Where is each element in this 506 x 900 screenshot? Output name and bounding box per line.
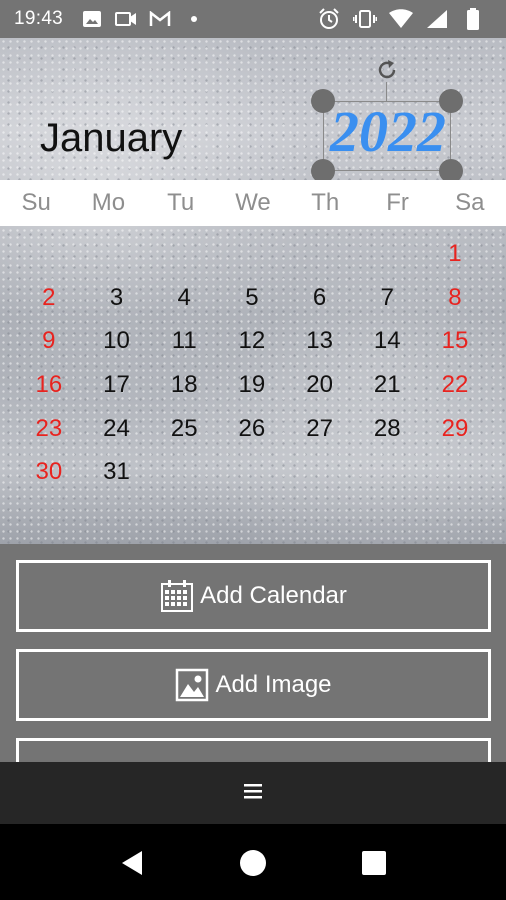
day-cell: 26 <box>238 414 266 442</box>
day-grid: 1 2 3 4 5 6 7 8 9 10 11 12 13 14 15 16 1… <box>15 232 489 494</box>
day-cell: 30 <box>35 458 63 486</box>
day-cell: 28 <box>373 414 401 442</box>
week-row: 1 <box>15 232 489 276</box>
week-row: 16 17 18 19 20 21 22 <box>15 363 489 407</box>
vibrate-icon <box>352 8 378 30</box>
day-cell <box>353 232 421 276</box>
month-label[interactable]: January <box>40 116 182 161</box>
dot-icon <box>181 8 207 30</box>
resize-handle-top-left[interactable] <box>311 89 335 113</box>
wifi-icon <box>388 8 414 30</box>
image-icon <box>79 8 105 30</box>
resize-handle-top-right[interactable] <box>439 89 463 113</box>
day-cell: 25 <box>170 414 198 442</box>
day-cell: 2 <box>42 283 56 311</box>
day-cell <box>421 450 489 494</box>
weekday-label: We <box>235 189 271 216</box>
weekday-label: Th <box>311 189 340 216</box>
day-cell: 17 <box>103 371 130 399</box>
recents-icon[interactable] <box>362 851 386 875</box>
add-calendar-label: Add Calendar <box>200 582 347 609</box>
day-cell: 7 <box>380 283 394 311</box>
day-cell <box>15 232 83 276</box>
hamburger-menu-icon[interactable] <box>243 781 263 806</box>
week-row: 23 24 25 26 27 28 29 <box>15 407 489 451</box>
day-cell: 4 <box>177 283 191 311</box>
day-cell: 22 <box>441 371 469 399</box>
weekday-label: Mo <box>91 189 126 216</box>
day-cell <box>83 232 151 276</box>
week-row: 9 10 11 12 13 14 15 <box>15 319 489 363</box>
day-cell <box>150 232 218 276</box>
day-cell <box>218 232 286 276</box>
day-cell <box>218 450 286 494</box>
day-cell: 24 <box>103 414 130 442</box>
week-row: 2 3 4 5 6 7 8 <box>15 276 489 320</box>
day-cell: 15 <box>441 327 469 355</box>
status-bar: 19:43 <box>0 0 506 38</box>
add-image-button[interactable]: Add Image <box>16 649 491 721</box>
day-cell: 18 <box>170 371 198 399</box>
day-cell: 31 <box>103 458 130 486</box>
video-camera-icon <box>113 8 139 30</box>
app-menu-bar <box>0 762 506 824</box>
battery-icon <box>460 8 486 30</box>
weekday-header: Su Mo Tu We Th Fr Sa <box>0 180 506 226</box>
day-cell <box>286 232 354 276</box>
day-cell: 21 <box>373 371 401 399</box>
back-icon[interactable] <box>120 850 144 881</box>
day-cell: 10 <box>103 327 130 355</box>
day-cell: 16 <box>35 371 63 399</box>
gmail-icon <box>147 8 173 30</box>
day-cell: 8 <box>448 283 462 311</box>
day-cell: 13 <box>306 327 333 355</box>
day-cell: 20 <box>306 371 333 399</box>
add-image-label: Add Image <box>215 671 332 698</box>
day-cell: 14 <box>373 327 401 355</box>
year-label[interactable]: 2022 <box>322 98 454 165</box>
weekday-label: Sa <box>455 189 485 216</box>
day-cell <box>353 450 421 494</box>
day-cell: 6 <box>312 283 327 311</box>
day-cell: 5 <box>245 283 259 311</box>
week-row: 30 31 <box>15 450 489 494</box>
day-cell: 23 <box>35 414 63 442</box>
calendar-canvas[interactable]: January 2022 Su Mo Tu We Th Fr Sa 1 2 3 … <box>0 38 506 544</box>
weekday-label: Su <box>21 189 51 216</box>
status-time: 19:43 <box>14 8 64 29</box>
weekday-label: Tu <box>167 189 195 216</box>
day-cell: 9 <box>42 327 56 355</box>
day-cell <box>286 450 354 494</box>
rotate-handle-icon[interactable] <box>375 58 399 82</box>
day-cell: 27 <box>306 414 333 442</box>
day-cell: 1 <box>448 240 462 267</box>
third-action-button[interactable] <box>16 738 491 762</box>
add-calendar-button[interactable]: Add Calendar <box>16 560 491 632</box>
day-cell <box>150 450 218 494</box>
action-panel: Add Calendar Add Image <box>0 544 506 762</box>
calendar-grid-icon <box>160 579 194 613</box>
home-icon[interactable] <box>240 850 266 876</box>
day-cell: 3 <box>109 283 124 311</box>
day-cell: 29 <box>441 414 469 442</box>
alarm-icon <box>316 8 342 30</box>
weekday-label: Fr <box>386 189 409 216</box>
day-cell: 19 <box>238 371 266 399</box>
picture-icon <box>175 668 209 702</box>
signal-icon <box>424 8 450 30</box>
system-nav-bar <box>0 824 506 900</box>
day-cell: 12 <box>238 327 266 355</box>
day-cell: 11 <box>171 327 197 355</box>
